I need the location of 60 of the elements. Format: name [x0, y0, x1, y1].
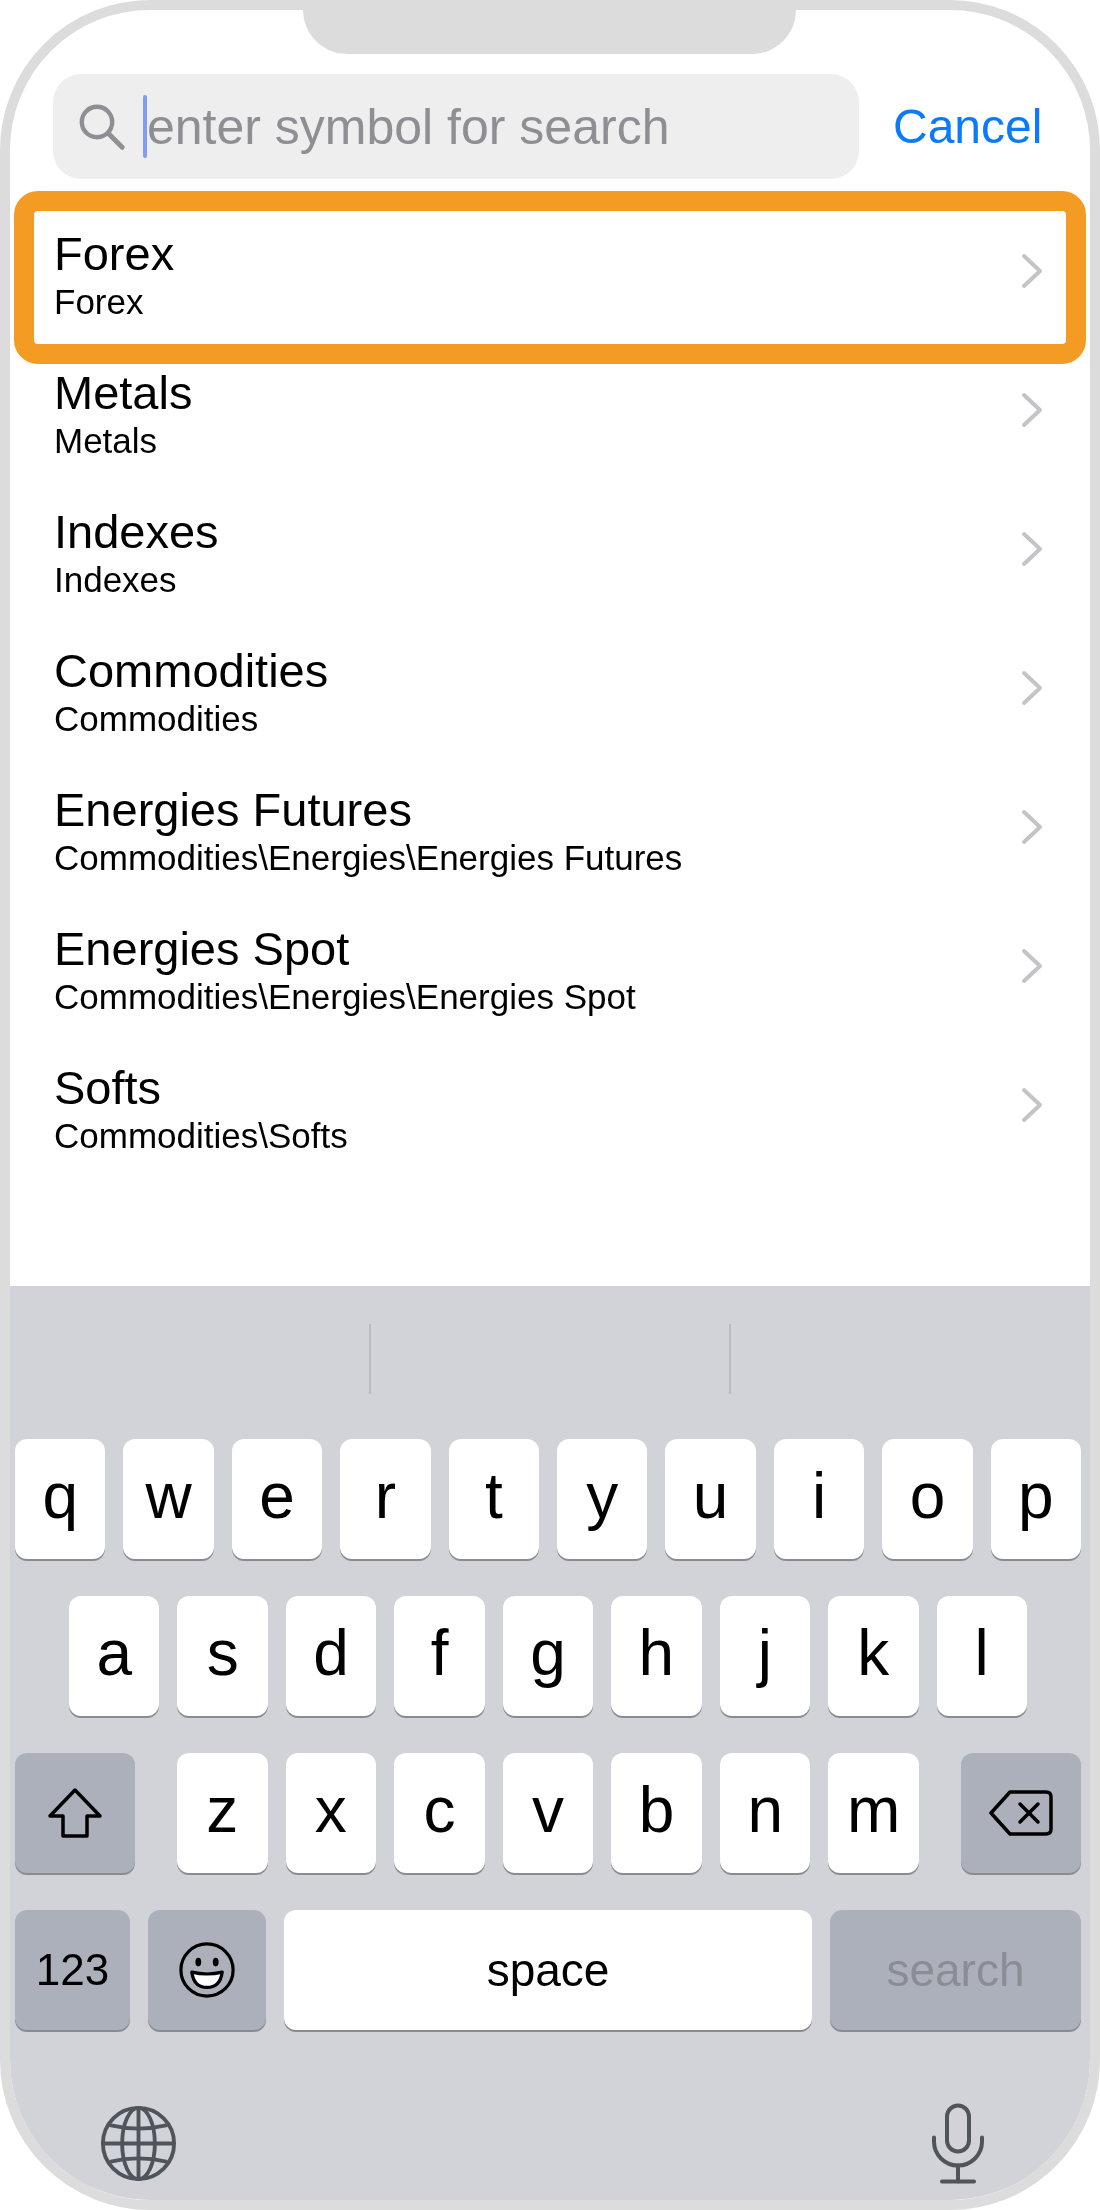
keyboard-key[interactable]: f: [394, 1596, 485, 1716]
chevron-icon: [1021, 392, 1043, 428]
keyboard-key[interactable]: v: [502, 1753, 594, 1873]
chevron-icon: [1021, 1087, 1043, 1123]
keyboard-key[interactable]: t: [448, 1439, 540, 1559]
category-title[interactable]: Energies Spot: [54, 924, 350, 974]
keyboard-key[interactable]: z: [177, 1753, 268, 1873]
keyboard-key[interactable]: j: [719, 1596, 811, 1716]
category-path: Commodities\Energies\Energies Futures: [54, 838, 683, 878]
keyboard-key[interactable]: a: [69, 1596, 160, 1716]
keyboard-key[interactable]: o: [882, 1439, 973, 1559]
chevron-icon: [1021, 670, 1043, 706]
keyboard-key[interactable]: y: [557, 1439, 648, 1559]
globe-icon[interactable]: [100, 2105, 177, 2182]
emoji-key[interactable]: [148, 1910, 266, 2030]
keyboard-key[interactable]: u: [665, 1439, 756, 1559]
keyboard-key[interactable]: g: [502, 1596, 594, 1716]
smiley-icon: [178, 1941, 236, 1999]
numbers-key[interactable]: 123: [15, 1910, 130, 2030]
shift-icon: [47, 1787, 103, 1839]
category-title[interactable]: Softs: [54, 1063, 162, 1113]
cancel-button[interactable]: Cancel: [893, 99, 1043, 154]
keyboard-key[interactable]: h: [611, 1596, 702, 1716]
keyboard-key[interactable]: r: [340, 1439, 431, 1559]
keyboard-key[interactable]: l: [936, 1596, 1027, 1716]
search-icon: [77, 102, 125, 150]
shift-key[interactable]: [15, 1753, 135, 1873]
delete-icon: [988, 1789, 1055, 1837]
keyboard-key[interactable]: s: [177, 1596, 268, 1716]
category-path: Commodities\Energies\Energies Spot: [54, 977, 636, 1017]
keyboard-key[interactable]: c: [394, 1753, 485, 1873]
space-key[interactable]: space: [284, 1910, 812, 2030]
category-path: Forex: [54, 282, 144, 322]
chevron-icon: [1021, 948, 1043, 984]
delete-key[interactable]: [961, 1753, 1082, 1873]
category-title[interactable]: Metals: [54, 368, 193, 418]
category-title[interactable]: Indexes: [54, 507, 219, 557]
keyboard-key[interactable]: i: [773, 1439, 865, 1559]
search-field[interactable]: enter symbol for search: [53, 74, 859, 179]
keyboard-key[interactable]: b: [611, 1753, 702, 1873]
category-path: Metals: [54, 421, 158, 461]
keyboard-key[interactable]: n: [719, 1753, 811, 1873]
keyboard-key[interactable]: m: [828, 1753, 920, 1873]
category-path: Indexes: [54, 560, 177, 600]
category-title[interactable]: Energies Futures: [54, 785, 412, 835]
keyboard-key[interactable]: w: [123, 1439, 214, 1559]
keyboard-key[interactable]: q: [15, 1439, 106, 1559]
chevron-icon: [1021, 531, 1043, 567]
keyboard-key[interactable]: p: [990, 1439, 1082, 1559]
category-path: Commodities: [54, 699, 259, 739]
chevron-icon: [1021, 253, 1043, 289]
category-title[interactable]: Forex: [54, 229, 175, 279]
chevron-icon: [1021, 809, 1043, 845]
keyboard-key[interactable]: k: [828, 1596, 919, 1716]
keyboard-key[interactable]: e: [231, 1439, 323, 1559]
microphone-icon[interactable]: [930, 2103, 986, 2184]
category-path: Commodities\Softs: [54, 1116, 348, 1156]
keyboard-key[interactable]: d: [285, 1596, 377, 1716]
category-title[interactable]: Commodities: [54, 646, 329, 696]
keyboard-key[interactable]: x: [285, 1753, 377, 1873]
